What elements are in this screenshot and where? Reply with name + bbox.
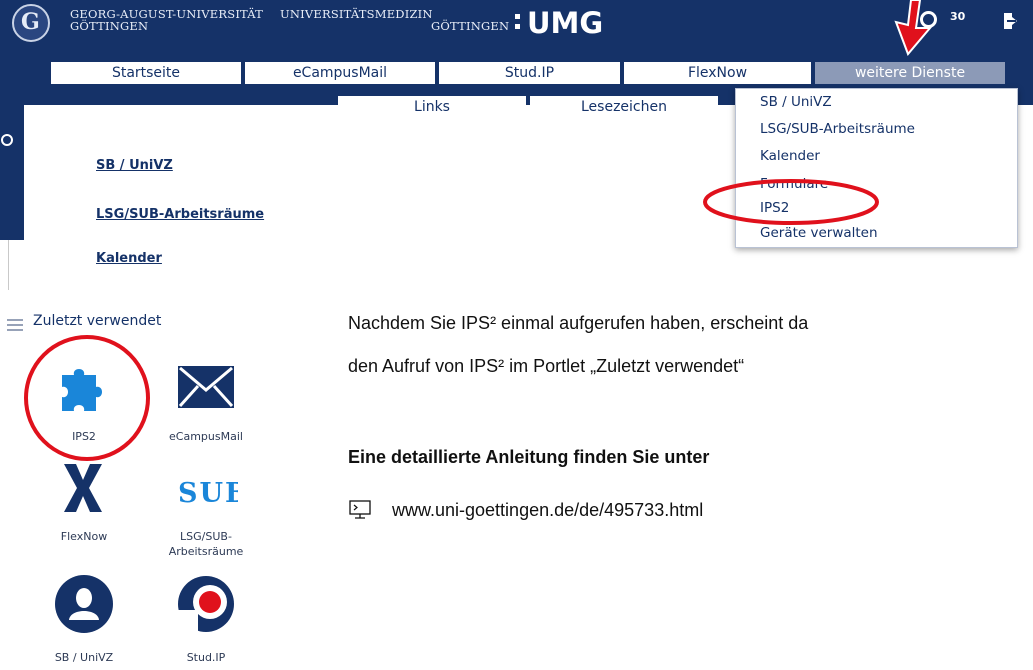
tab-flexnow[interactable]: FlexNow [624,62,811,84]
tab-studip[interactable]: Stud.IP [439,62,620,84]
logout-icon[interactable] [1001,11,1021,31]
subtab-lesezeichen[interactable]: Lesezeichen [530,96,718,118]
envelope-icon[interactable] [176,364,236,410]
university-name-line2: GÖTTINGEN [70,19,149,33]
sidebar-toggle-icon[interactable] [1,134,13,146]
user-icon[interactable] [54,574,114,634]
notification-count: 30 [950,10,966,23]
med-name-line1: UNIVERSITÄTSMEDIZIN [280,7,433,21]
app-label-sb-univz: SB / UniVZ [54,651,114,664]
guide-url[interactable]: www.uni-goettingen.de/de/495733.html [392,500,703,521]
divider [8,240,9,290]
app-label-ecampusmail: eCampusMail [169,430,243,443]
university-seal-logo[interactable]: G [12,4,50,42]
tab-ecampusmail[interactable]: eCampusMail [245,62,435,84]
app-label-flexnow: FlexNow [60,530,108,543]
dropdown-item-kalender[interactable]: Kalender [760,148,820,164]
guide-heading: Eine detaillierte Anleitung finden Sie u… [348,447,710,467]
flexnow-x-icon[interactable] [62,462,104,514]
svg-text:SUB: SUB [178,478,238,508]
sub-logo-icon[interactable]: SUB [176,476,238,508]
subtab-links[interactable]: Links [338,96,526,118]
dropdown-item-lsg-sub[interactable]: LSG/SUB-Arbeitsräume [760,121,915,137]
computer-icon [349,500,371,519]
med-name-line2: GÖTTINGEN [431,19,510,33]
instruction-line-2: den Aufruf von IPS² im Portlet „Zuletzt … [348,356,745,376]
red-arrow-annotation [894,0,933,56]
sidebar-strip [0,105,24,240]
app-label-lsg-sub-2: Arbeitsräume [168,545,244,558]
menu-icon[interactable] [7,319,23,331]
studip-icon[interactable] [176,572,236,636]
app-label-lsg-sub: LSG/SUB- [180,530,232,543]
red-circle-annotation-icon [24,335,150,461]
umg-logo-mark [515,14,520,34]
tab-weitere-dienste[interactable]: weitere Dienste [815,62,1005,84]
app-label-studip: Stud.IP [186,651,226,664]
portlet-title: Zuletzt verwendet [33,313,162,329]
link-sb-univz[interactable]: SB / UniVZ [96,158,173,173]
link-lsg-sub[interactable]: LSG/SUB-Arbeitsräume [96,207,264,222]
instruction-line-1: Nachdem Sie IPS² einmal aufgerufen haben… [348,313,809,333]
dropdown-item-sb-univz[interactable]: SB / UniVZ [760,94,832,110]
red-circle-annotation [703,179,879,225]
tab-startseite[interactable]: Startseite [51,62,241,84]
link-kalender[interactable]: Kalender [96,251,162,266]
dropdown-item-geraete[interactable]: Geräte verwalten [760,225,878,241]
umg-logo-text: UMG [527,6,604,40]
